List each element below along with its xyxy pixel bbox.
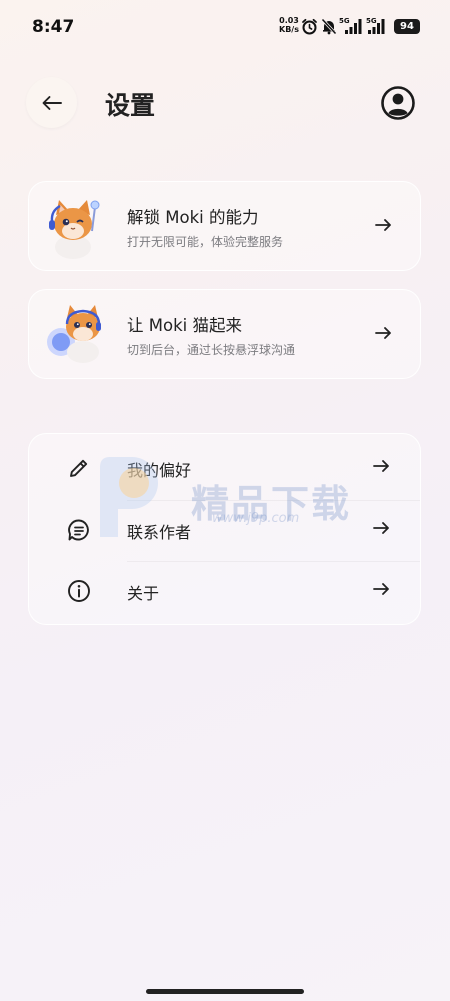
- alarm-icon: [302, 18, 317, 35]
- unlock-moki-card[interactable]: 解锁 Moki 的能力 打开无限可能，体验完整服务: [28, 181, 421, 271]
- card-title: 解锁 Moki 的能力: [127, 208, 259, 227]
- network-speed-unit: KB/s: [279, 25, 299, 34]
- background-moki-card[interactable]: 让 Moki 猫起来 切到后台，通过长按悬浮球沟通: [28, 289, 421, 379]
- settings-item-about[interactable]: 关于: [29, 561, 419, 622]
- signal-strength-2: 5G: [366, 17, 390, 39]
- arrow-left-icon: [42, 95, 62, 110]
- settings-list: 我的偏好 联系作者 关于: [28, 433, 421, 625]
- message-lines-icon: [68, 519, 89, 541]
- network-speed-value: 0.03: [279, 16, 299, 25]
- arrow-right-icon: [375, 327, 391, 339]
- status-time: 8:47: [32, 17, 75, 37]
- cat-mascot-icon: [49, 200, 100, 259]
- battery-indicator: 94: [394, 19, 420, 34]
- status-bar: 8:47 0.03 KB/s 5G 5G 94: [0, 0, 450, 52]
- arrow-right-icon: [373, 583, 389, 595]
- settings-item-preferences[interactable]: 我的偏好: [29, 438, 419, 499]
- cat-mascot-icon: [47, 305, 101, 363]
- settings-item-label: 我的偏好: [127, 461, 192, 480]
- signal-type-label: 5G: [339, 17, 350, 25]
- signal-type-label: 5G: [366, 17, 377, 25]
- back-button[interactable]: [26, 77, 77, 128]
- arrow-right-icon: [375, 219, 391, 231]
- card-subtitle: 打开无限可能，体验完整服务: [127, 235, 284, 249]
- settings-item-label: 联系作者: [127, 523, 192, 542]
- pencil-icon: [70, 459, 88, 477]
- home-indicator[interactable]: [146, 989, 304, 994]
- info-icon: [68, 580, 90, 602]
- card-title: 让 Moki 猫起来: [127, 316, 242, 335]
- settings-item-label: 关于: [127, 584, 160, 603]
- arrow-right-icon: [373, 460, 389, 472]
- bell-muted-icon: [321, 18, 337, 35]
- arrow-right-icon: [373, 522, 389, 534]
- card-subtitle: 切到后台，通过长按悬浮球沟通: [127, 343, 296, 357]
- account-circle-icon[interactable]: [380, 85, 416, 121]
- settings-item-contact-author[interactable]: 联系作者: [29, 500, 419, 561]
- signal-strength-1: 5G: [339, 17, 363, 39]
- page-title: 设置: [105, 91, 156, 120]
- network-speed: 0.03 KB/s: [278, 16, 300, 34]
